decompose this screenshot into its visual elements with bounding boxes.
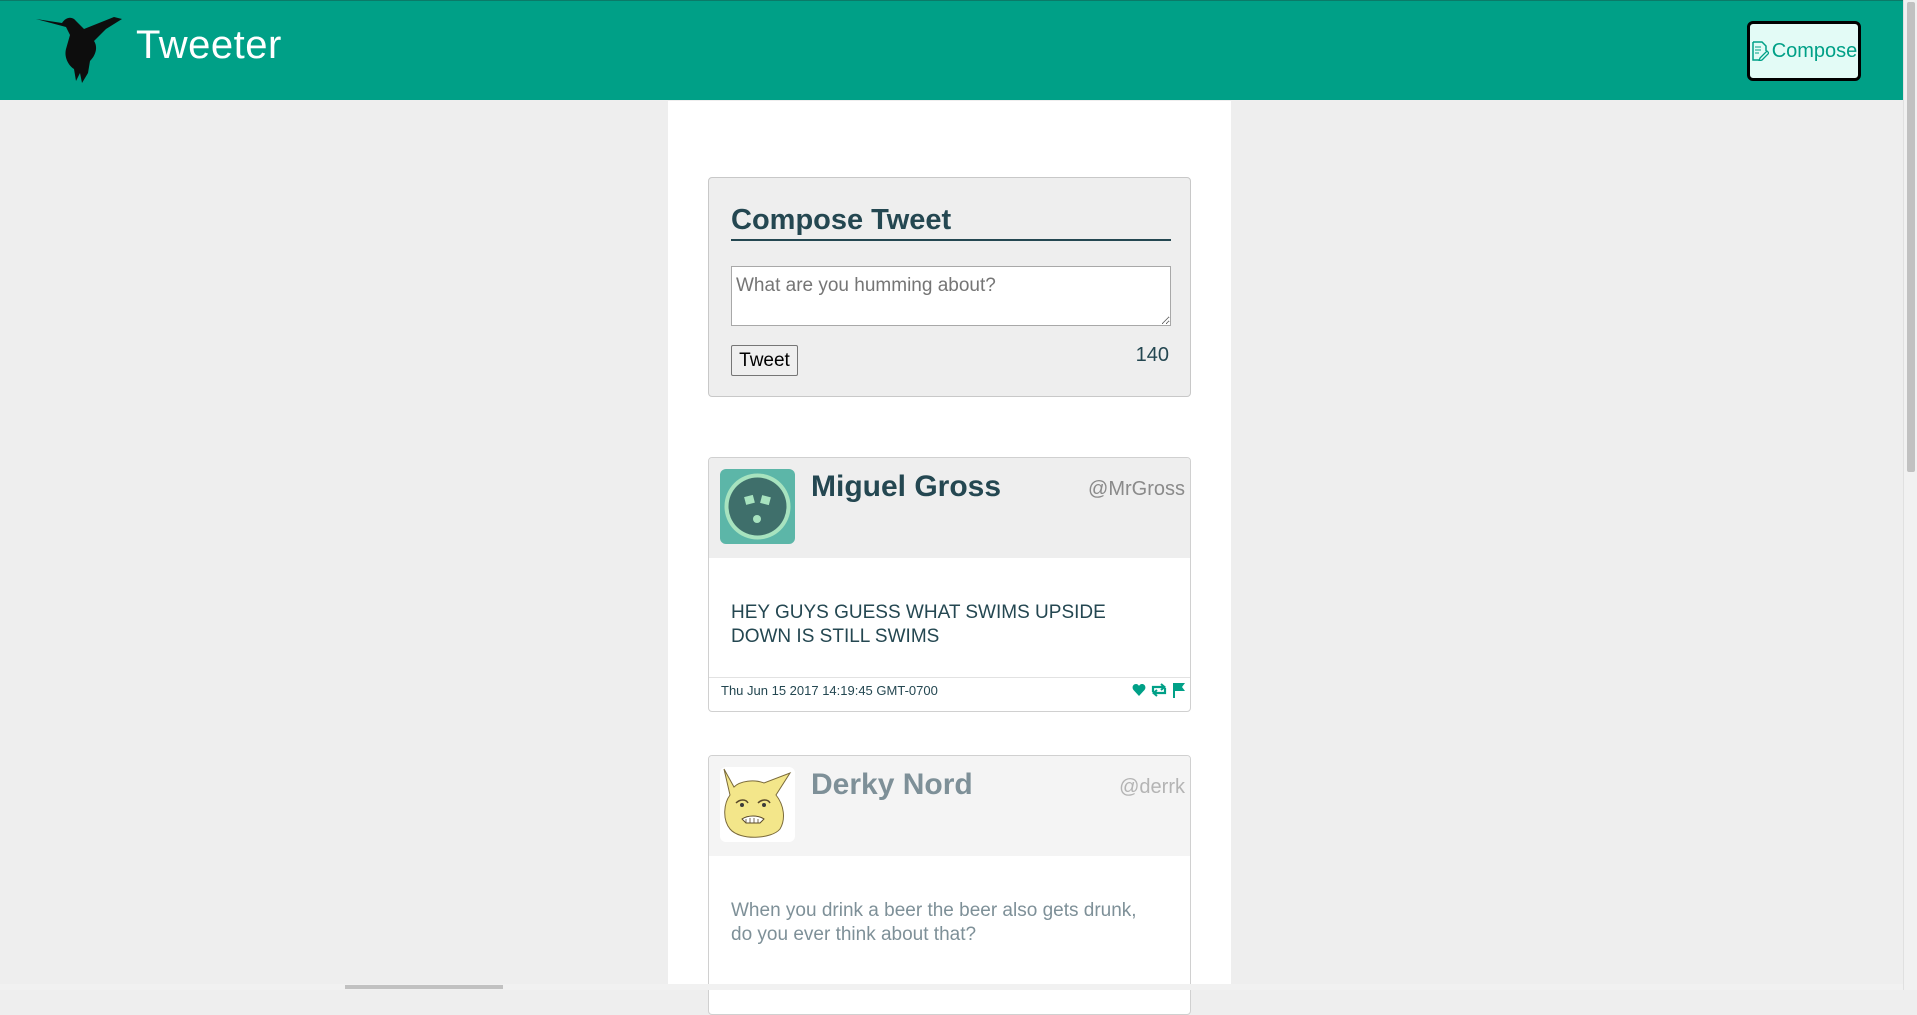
main-container: Compose Tweet Tweet 140 Miguel Gross @Mr… <box>668 101 1231 1015</box>
heart-icon[interactable] <box>1132 683 1146 697</box>
tweet-actions <box>1132 682 1186 698</box>
tweet-author-handle: @MrGross <box>1088 478 1185 500</box>
tweet-submit-button[interactable]: Tweet <box>731 345 798 376</box>
tweet-header: Miguel Gross @MrGross <box>709 458 1190 558</box>
vertical-scrollbar[interactable] <box>1903 0 1917 990</box>
tweet-card: Miguel Gross @MrGross HEY GUYS GUESS WHA… <box>708 457 1191 712</box>
tweet-body: HEY GUYS GUESS WHAT SWIMS UPSIDE DOWN IS… <box>731 602 1106 647</box>
tweet-date: Thu Jun 15 2017 14:19:45 GMT-0700 <box>721 683 938 698</box>
tweet-header: Derky Nord @derrk <box>709 756 1190 856</box>
tweet-author-handle: @derrk <box>1119 776 1185 798</box>
cartoon-face-avatar <box>720 767 795 842</box>
tweet-card: Derky Nord @derrk When you drink a beer … <box>708 755 1191 1015</box>
tweet-text-input[interactable] <box>731 266 1171 326</box>
tweet-body: When you drink a beer the beer also gets… <box>731 900 1137 945</box>
compose-tweet-title: Compose Tweet <box>731 204 1171 241</box>
tweet-footer: Thu Jun 15 2017 14:19:45 GMT-0700 <box>709 677 1190 702</box>
compose-button[interactable]: Compose <box>1747 21 1861 81</box>
horizontal-scrollbar[interactable] <box>0 984 1903 990</box>
top-navbar: Tweeter Compose <box>0 0 1903 100</box>
vertical-scroll-thumb[interactable] <box>1907 2 1915 472</box>
retweet-icon[interactable] <box>1150 683 1168 697</box>
brand-title: Tweeter <box>136 23 282 67</box>
flag-icon[interactable] <box>1172 682 1186 698</box>
compose-label: Compose <box>1771 39 1858 62</box>
compose-tweet-section: Compose Tweet Tweet 140 <box>708 177 1191 397</box>
character-counter: 140 <box>1135 344 1169 366</box>
tweet-author-name: Derky Nord <box>811 768 973 801</box>
hummingbird-icon <box>36 13 126 85</box>
robot-face-avatar <box>720 469 795 544</box>
compose-icon <box>1751 41 1769 61</box>
horizontal-scroll-thumb[interactable] <box>345 985 503 989</box>
tweet-author-name: Miguel Gross <box>811 470 1002 503</box>
